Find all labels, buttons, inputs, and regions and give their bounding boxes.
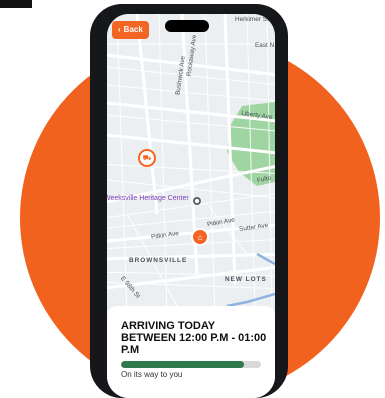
neighborhood-label: NEW LOTS bbox=[225, 276, 267, 283]
back-button-label: Back bbox=[123, 25, 143, 34]
poi-label[interactable]: Weeksville Heritage Center bbox=[107, 195, 189, 203]
chevron-left-icon: ‹ bbox=[118, 25, 121, 34]
truck-marker[interactable]: ⛟ bbox=[138, 149, 156, 167]
delivery-sheet: ARRIVING TODAY BETWEEN 12:00 P.M - 01:00… bbox=[107, 306, 275, 398]
arrival-window-title: ARRIVING TODAY BETWEEN 12:00 P.M - 01:00… bbox=[121, 320, 267, 356]
corner-bar bbox=[0, 0, 32, 8]
phone-screen: Herkimer St East N Rockaway Ave Bushwick… bbox=[107, 14, 275, 398]
delivery-status-text: On its way to you bbox=[121, 370, 183, 379]
dynamic-island bbox=[165, 20, 209, 32]
delivery-progress-bar bbox=[121, 361, 261, 368]
truck-icon: ⛟ bbox=[142, 154, 152, 162]
home-icon: ⌂ bbox=[197, 232, 203, 242]
neighborhood-label: BROWNSVILLE bbox=[129, 257, 188, 264]
delivery-progress-fill bbox=[121, 361, 245, 368]
back-button[interactable]: ‹ Back bbox=[112, 21, 149, 39]
street-label: East N bbox=[255, 42, 275, 49]
home-marker[interactable]: ⌂ bbox=[191, 228, 209, 246]
